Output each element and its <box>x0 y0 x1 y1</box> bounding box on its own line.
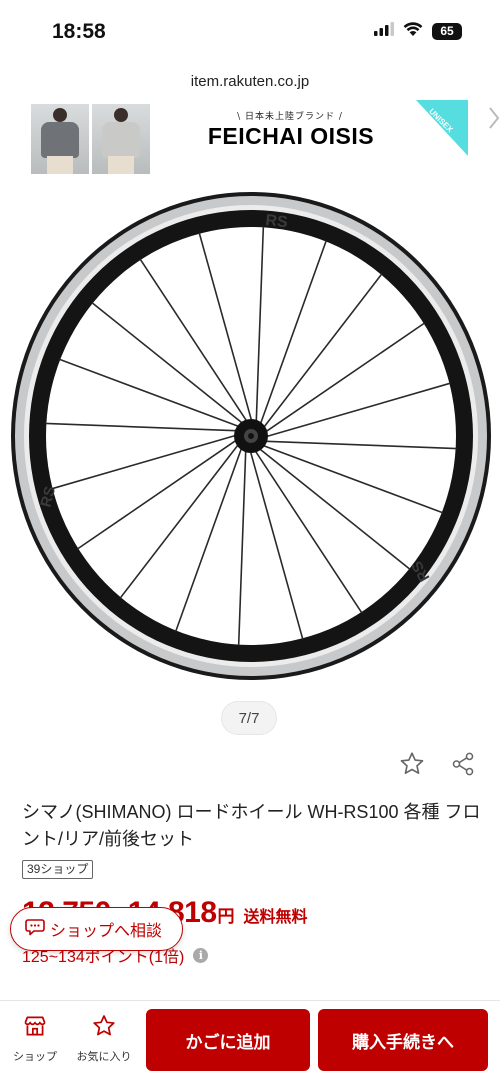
price-currency: 円 <box>217 907 235 926</box>
ad-brand-name: FEICHAI OISIS <box>207 123 375 149</box>
checkout-button[interactable]: 購入手続きへ <box>318 1009 488 1071</box>
wifi-icon <box>403 21 423 41</box>
favorite-nav-button[interactable]: お気に入り <box>69 1013 139 1064</box>
shop-nav-button[interactable]: ショップ <box>0 1013 70 1064</box>
image-counter[interactable]: 7/7 <box>221 701 277 735</box>
shop-tag-badge: 39ショップ <box>22 860 94 879</box>
shop-icon <box>22 1013 48 1044</box>
status-bar: 18:58 65 <box>0 0 500 62</box>
battery-indicator: 65 <box>432 22 462 40</box>
url-bar[interactable]: item.rakuten.co.jp <box>0 73 500 90</box>
status-time: 18:58 <box>52 20 106 43</box>
ad-model-photo <box>92 104 150 174</box>
wheel-illustration: RS RS RS <box>11 192 491 680</box>
shop-consult-label: ショップへ相談 <box>50 923 163 940</box>
share-icon[interactable] <box>448 749 478 779</box>
add-to-cart-button[interactable]: かごに追加 <box>146 1009 310 1071</box>
ad-banner[interactable]: \ 日本未上陸ブランド / FEICHAI OISIS UNISEX <box>0 100 500 178</box>
bottom-action-bar: ショップ お気に入り かごに追加 購入手続きへ <box>0 1000 500 1080</box>
shop-nav-label: ショップ <box>13 1051 57 1063</box>
product-image[interactable]: RS RS RS <box>10 188 492 684</box>
favorite-star-icon <box>91 1013 117 1044</box>
chat-icon <box>25 918 45 941</box>
cellular-signal-icon <box>374 21 394 41</box>
info-icon[interactable]: i <box>193 947 209 963</box>
shop-consult-button[interactable]: ショップへ相談 <box>10 907 183 951</box>
svg-text:RS: RS <box>265 212 289 231</box>
ad-arrow-icon[interactable] <box>486 106 500 130</box>
star-icon[interactable] <box>397 749 427 779</box>
product-title: シマノ(SHIMANO) ロードホイール WH-RS100 各種 フロント/リア… <box>22 802 481 849</box>
free-shipping-label: 送料無料 <box>243 909 308 926</box>
status-icons: 65 <box>374 21 462 41</box>
favorite-nav-label: お気に入り <box>76 1051 132 1063</box>
ad-subtitle: \ 日本未上陸ブランド / <box>237 112 343 122</box>
ad-model-photo <box>31 104 89 174</box>
